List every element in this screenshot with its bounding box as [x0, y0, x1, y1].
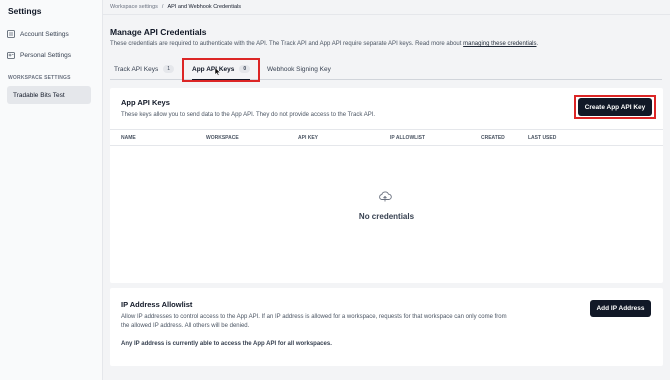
tab-highlight-box — [182, 58, 260, 82]
sidebar: Settings Account Settings Personal Setti… — [0, 0, 103, 380]
create-app-api-key-button[interactable]: Create App API Key — [578, 98, 652, 116]
sidebar-item-account-settings[interactable]: Account Settings — [7, 26, 69, 42]
breadcrumb-separator: / — [161, 4, 164, 10]
ip-allowlist-note: Any IP address is currently able to acce… — [121, 341, 332, 347]
table-header: NAME WORKSPACE API KEY IP ALLOWLIST CREA… — [110, 129, 663, 146]
tab-count-badge: 1 — [163, 65, 174, 73]
page-subtitle-end: . — [536, 41, 539, 47]
account-icon — [7, 30, 15, 38]
cloud-icon — [379, 191, 392, 202]
main-content: Workspace settings / API and Webhook Cre… — [103, 0, 670, 380]
empty-state-text: No credentials — [358, 212, 415, 221]
app-api-keys-subtitle: These keys allow you to send data to the… — [121, 112, 376, 118]
person-icon — [7, 51, 15, 59]
app-api-keys-title: App API Keys — [121, 98, 170, 107]
ip-allowlist-subtitle-line2: the allowed IP address. All others will … — [121, 323, 250, 329]
tab-track-api-keys[interactable]: Track API Keys 1 — [114, 58, 174, 80]
tab-webhook-signing-key[interactable]: Webhook Signing Key — [267, 58, 331, 80]
page-subtitle: These credentials are required to authen… — [110, 41, 538, 47]
sidebar-title: Settings — [8, 6, 42, 16]
ip-allowlist-title: IP Address Allowlist — [121, 300, 193, 309]
column-header-last-used[interactable]: LAST USED — [528, 135, 556, 141]
workspace-settings-heading: WORKSPACE SETTINGS — [8, 75, 71, 81]
managing-credentials-link[interactable]: managing these credentials — [463, 41, 536, 47]
ip-allowlist-card: IP Address Allowlist Allow IP addresses … — [110, 288, 663, 366]
breadcrumb-current: API and Webhook Credentials — [167, 4, 242, 10]
column-header-api-key[interactable]: API KEY — [298, 135, 318, 141]
app-api-keys-card: App API Keys These keys allow you to sen… — [110, 88, 663, 283]
mouse-cursor-icon — [214, 67, 221, 76]
column-header-ip-allowlist[interactable]: IP ALLOWLIST — [390, 135, 425, 141]
column-header-created[interactable]: CREATED — [481, 135, 505, 141]
breadcrumb: Workspace settings / API and Webhook Cre… — [110, 4, 241, 10]
page-subtitle-text: These credentials are required to authen… — [110, 41, 462, 47]
breadcrumb-divider — [103, 14, 670, 15]
sidebar-item-label: Account Settings — [20, 30, 69, 38]
sidebar-item-personal-settings[interactable]: Personal Settings — [7, 47, 71, 63]
add-ip-address-button[interactable]: Add IP Address — [590, 300, 651, 317]
tab-label: Track API Keys — [114, 65, 159, 73]
column-header-workspace[interactable]: WORKSPACE — [206, 135, 239, 141]
tab-label: Webhook Signing Key — [267, 65, 331, 73]
page-title: Manage API Credentials — [110, 27, 207, 37]
sidebar-item-label: Personal Settings — [20, 51, 71, 59]
sidebar-item-workspace[interactable]: Tradable Bits Test — [7, 86, 91, 104]
breadcrumb-parent[interactable]: Workspace settings — [110, 4, 158, 10]
ip-allowlist-subtitle-line1: Allow IP addresses to control access to … — [121, 314, 507, 320]
column-header-name[interactable]: NAME — [121, 135, 136, 141]
